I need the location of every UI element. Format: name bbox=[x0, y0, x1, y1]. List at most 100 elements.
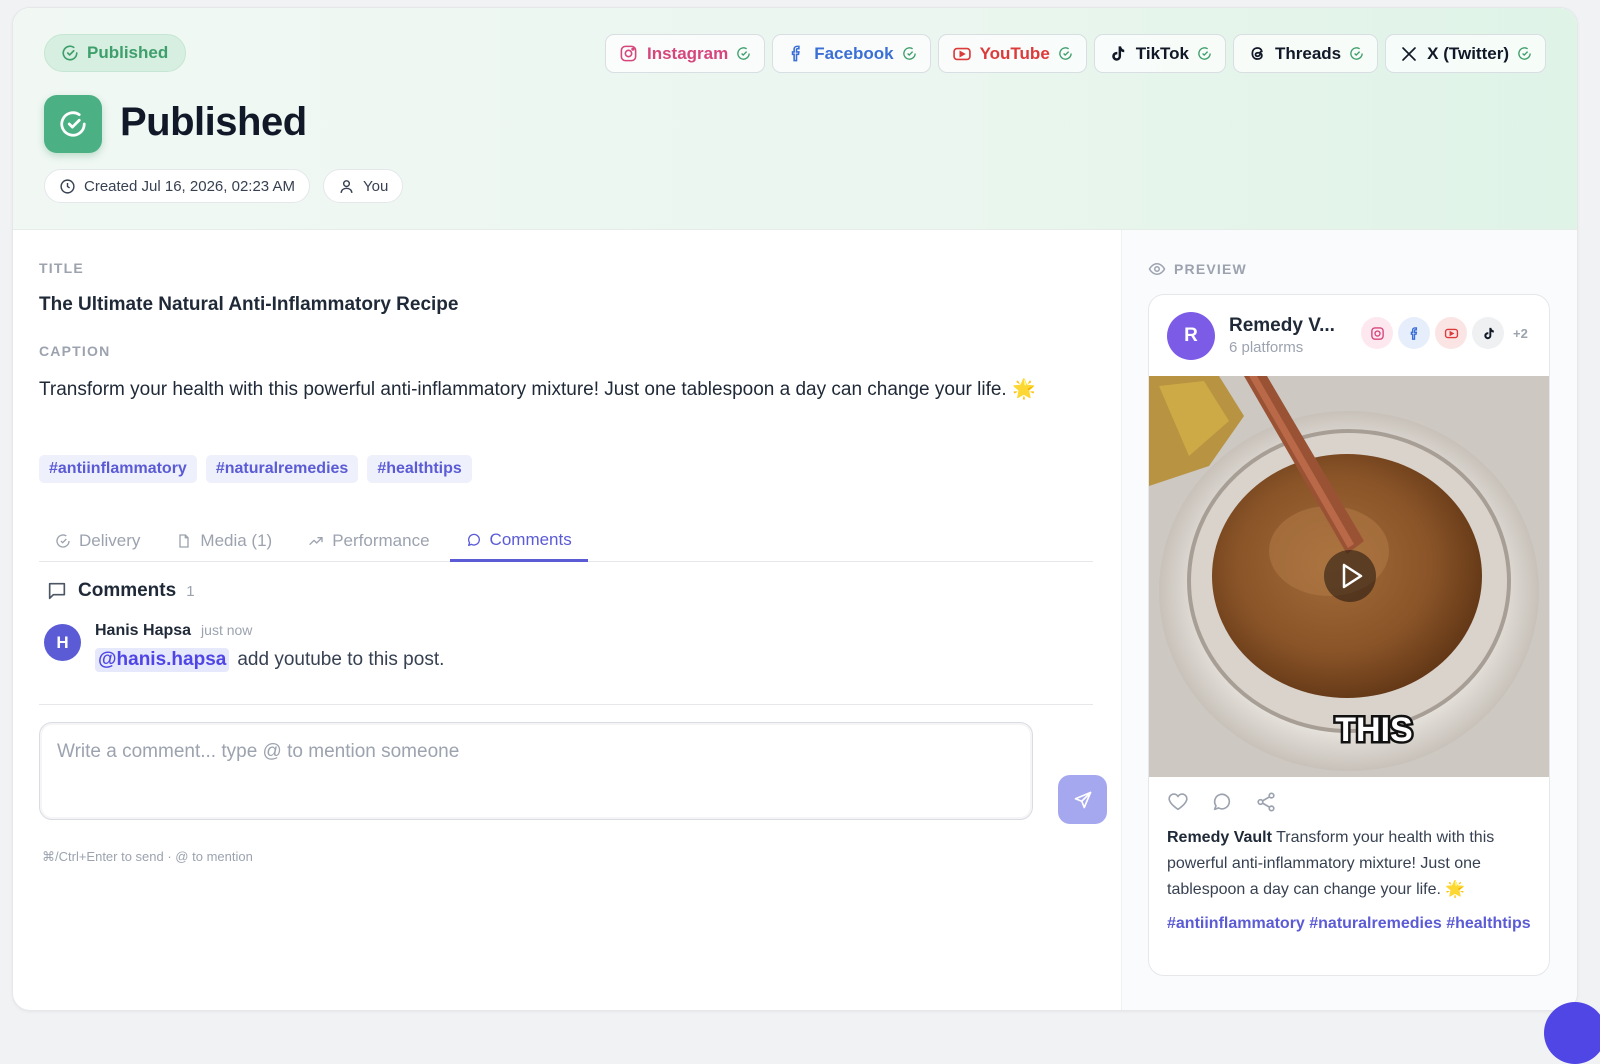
comments-header: Comments 1 bbox=[46, 580, 195, 602]
x-icon bbox=[1399, 44, 1419, 64]
tab-label: Delivery bbox=[79, 531, 141, 550]
tiktok-icon bbox=[1472, 317, 1504, 349]
video-thumbnail[interactable]: THIS bbox=[1149, 376, 1549, 777]
comment-input[interactable] bbox=[40, 723, 1032, 819]
platform-chip-label: Facebook bbox=[814, 43, 894, 63]
instagram-icon bbox=[619, 44, 639, 64]
tab-label: Performance bbox=[332, 531, 430, 550]
comment-input-wrapper bbox=[39, 722, 1033, 820]
created-date-chip: Created Jul 16, 2026, 02:23 AM bbox=[44, 169, 310, 203]
avatar: H bbox=[44, 624, 81, 661]
title-label: TITLE bbox=[39, 260, 84, 276]
check-circle-icon bbox=[56, 534, 70, 548]
mention-tag[interactable]: @hanis.hapsa bbox=[95, 648, 230, 672]
tab-performance[interactable]: Performance bbox=[292, 520, 445, 562]
more-platforms-count: +2 bbox=[1513, 325, 1528, 341]
platform-chip-label: TikTok bbox=[1135, 43, 1189, 63]
share-icon[interactable] bbox=[1255, 791, 1277, 813]
trending-up-icon bbox=[309, 537, 323, 545]
preview-hashtags: #antiinflammatory #naturalremedies #heal… bbox=[1167, 915, 1531, 932]
preview-platform-count: 6 platforms bbox=[1229, 339, 1304, 356]
youtube-icon bbox=[1435, 317, 1467, 349]
preview-header: PREVIEW bbox=[1148, 260, 1247, 278]
caption-label: CAPTION bbox=[39, 343, 111, 359]
platform-chip-youtube[interactable]: YouTube bbox=[937, 34, 1087, 73]
preview-label: PREVIEW bbox=[1174, 261, 1247, 277]
post-detail-card: Published Instagram Facebook YouTube Tik… bbox=[12, 7, 1578, 1011]
caption-text: Transform your health with this powerful… bbox=[39, 379, 1007, 400]
comment-text: add youtube to this post. bbox=[237, 649, 445, 670]
check-circle-icon bbox=[902, 47, 916, 60]
comments-count: 1 bbox=[186, 582, 195, 600]
video-overlay-text: THIS bbox=[1335, 711, 1412, 749]
post-header: Published Instagram Facebook YouTube Tik… bbox=[13, 8, 1577, 230]
check-circle-icon bbox=[1059, 47, 1072, 60]
threads-icon bbox=[1247, 44, 1267, 64]
platform-chip-instagram[interactable]: Instagram bbox=[604, 34, 766, 73]
status-badge: Published bbox=[44, 34, 187, 72]
preview-account-name: Remedy V... bbox=[1229, 315, 1335, 336]
clock-icon bbox=[60, 178, 75, 194]
hashtag[interactable]: #antiinflammatory bbox=[39, 455, 197, 483]
platform-chip-label: Instagram bbox=[646, 43, 729, 63]
divider bbox=[39, 704, 1093, 705]
tab-comments[interactable]: Comments bbox=[449, 520, 588, 562]
preview-caption: Remedy Vault Transform your health with … bbox=[1167, 825, 1535, 903]
hashtag[interactable]: #healthtips bbox=[367, 455, 472, 483]
comment-icon bbox=[467, 533, 480, 546]
facebook-icon bbox=[786, 44, 806, 64]
post-title: The Ultimate Natural Anti-Inflammatory R… bbox=[39, 294, 459, 315]
author-name: You bbox=[363, 177, 389, 195]
published-status-icon bbox=[44, 95, 102, 153]
eye-icon bbox=[1148, 262, 1166, 276]
floating-action-button[interactable] bbox=[1544, 1002, 1600, 1064]
platform-chip-label: Threads bbox=[1275, 43, 1342, 63]
post-caption: Transform your health with this powerful… bbox=[39, 375, 1093, 405]
platform-chips: Instagram Facebook YouTube TikTok Thread bbox=[604, 34, 1546, 73]
platform-chip-label: X (Twitter) bbox=[1427, 43, 1509, 63]
preview-platform-icons: +2 bbox=[1361, 317, 1528, 349]
hashtag-list: #antiinflammatory #naturalremedies #heal… bbox=[39, 455, 472, 483]
avatar: R bbox=[1167, 312, 1215, 360]
send-comment-button[interactable] bbox=[1058, 775, 1107, 824]
tiktok-icon bbox=[1108, 44, 1128, 64]
platform-chip-tiktok[interactable]: TikTok bbox=[1093, 34, 1226, 73]
tab-label: Comments bbox=[489, 529, 572, 549]
comment-icon[interactable] bbox=[1211, 791, 1233, 813]
created-date: Created Jul 16, 2026, 02:23 AM bbox=[84, 177, 295, 195]
platform-chip-facebook[interactable]: Facebook bbox=[772, 34, 931, 73]
page-title: Published bbox=[120, 100, 307, 144]
platform-chip-label: YouTube bbox=[979, 43, 1050, 63]
check-circle-icon bbox=[1350, 47, 1363, 60]
tab-label: Media (1) bbox=[200, 531, 273, 550]
comment-time: just now bbox=[201, 622, 253, 638]
comment-author: Hanis Hapsa bbox=[95, 622, 192, 639]
send-hint: ⌘/Ctrl+Enter to send · @ to mention bbox=[42, 849, 253, 864]
hashtag[interactable]: #naturalremedies bbox=[205, 455, 359, 483]
user-icon bbox=[340, 179, 353, 193]
platform-chip-threads[interactable]: Threads bbox=[1233, 34, 1379, 73]
comment-square-icon bbox=[48, 582, 66, 600]
comments-heading: Comments bbox=[78, 580, 177, 601]
platform-chip-x[interactable]: X (Twitter) bbox=[1385, 34, 1546, 73]
tab-media[interactable]: Media (1) bbox=[160, 520, 288, 562]
preview-panel: PREVIEW R Remedy V... 6 platforms +2 THI… bbox=[1121, 230, 1577, 1010]
instagram-icon bbox=[1361, 317, 1393, 349]
facebook-icon bbox=[1398, 317, 1430, 349]
check-circle-icon bbox=[737, 47, 751, 60]
detail-tabs: Delivery Media (1) Performance Comments bbox=[39, 520, 1093, 562]
caption-emoji: 🌟 bbox=[1012, 379, 1036, 400]
video-frame-image: THIS bbox=[1149, 376, 1549, 777]
check-circle-icon bbox=[62, 45, 78, 61]
post-preview-card: R Remedy V... 6 platforms +2 THIS Remedy… bbox=[1148, 294, 1550, 976]
file-icon bbox=[179, 534, 190, 548]
heart-icon[interactable] bbox=[1167, 791, 1189, 813]
comment-item: H Hanis Hapsa just now @hanis.hapsa add … bbox=[44, 622, 444, 672]
status-badge-label: Published bbox=[87, 43, 169, 62]
author-chip: You bbox=[323, 169, 404, 203]
check-circle-icon bbox=[1518, 47, 1531, 60]
preview-caption-author: Remedy Vault bbox=[1167, 829, 1272, 846]
send-icon bbox=[1074, 791, 1091, 808]
tab-delivery[interactable]: Delivery bbox=[39, 520, 156, 562]
preview-actions bbox=[1167, 791, 1277, 813]
